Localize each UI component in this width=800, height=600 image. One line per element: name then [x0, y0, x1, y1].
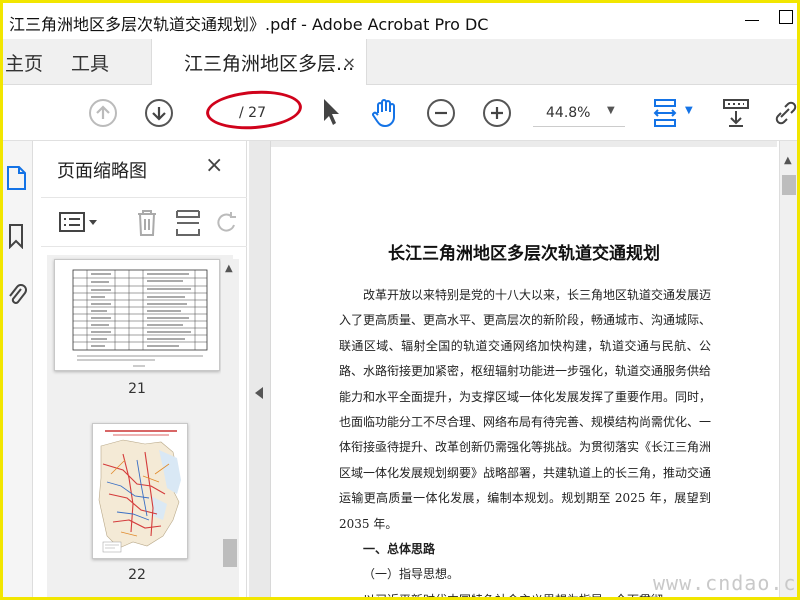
panel-toolbar: [41, 197, 247, 247]
thumbnail-scrollbar[interactable]: ▲: [221, 259, 239, 597]
hand-tool-icon[interactable]: [369, 97, 401, 129]
next-page-button[interactable]: [145, 99, 173, 127]
tab-home[interactable]: 主页: [5, 39, 43, 85]
attachment-icon[interactable]: [5, 281, 27, 307]
thumbnail-list: 21 22: [47, 255, 233, 597]
thumbnail-page[interactable]: [92, 423, 188, 559]
arrow-down-icon: [152, 107, 166, 121]
insert-pages-icon[interactable]: [175, 208, 201, 238]
minimize-button[interactable]: [741, 9, 763, 31]
page-thumbnails-icon[interactable]: [5, 165, 27, 191]
panel-title: 页面缩略图: [57, 161, 147, 182]
minus-icon: [435, 111, 447, 115]
select-cursor-icon[interactable]: [321, 97, 343, 127]
document-title: 长江三角洲地区多层次轨道交通规划: [388, 244, 660, 264]
left-navigation-rail: [3, 141, 33, 597]
previous-page-button[interactable]: [89, 99, 117, 127]
toolbar: / 27 44.8% ▼ ▼: [3, 85, 797, 141]
body-paragraph: 改革开放以来特别是党的十八大以来，长三角地区轨道交通发展迈入了更高质量、更高水平…: [339, 288, 712, 531]
zoom-value: 44.8%: [546, 105, 591, 121]
link-icon[interactable]: [775, 97, 799, 129]
thumbnail-label: 22: [128, 567, 146, 583]
tab-document-label: 江三角洲地区多层...: [184, 52, 355, 75]
window-title: 江三角洲地区多层次轨道交通规划》.pdf - Adobe Acrobat Pro…: [9, 15, 489, 34]
collapse-left-icon[interactable]: [255, 387, 263, 399]
section-heading: 一、总体思路: [363, 542, 436, 557]
map-page-preview: [98, 430, 181, 553]
scroll-up-icon[interactable]: ▲: [225, 263, 233, 274]
app-window: 江三角洲地区多层次轨道交通规划》.pdf - Adobe Acrobat Pro…: [0, 0, 800, 600]
tab-tools[interactable]: 工具: [71, 39, 109, 85]
rotate-icon[interactable]: [217, 210, 237, 236]
document-page: 长江三角洲地区多层次轨道交通规划 改革开放以来特别是党的十八大以来，长三角地区轨…: [271, 147, 777, 597]
watermark: www.cndao.com: [653, 571, 797, 595]
fit-dropdown-chevron-icon[interactable]: ▼: [685, 105, 693, 116]
thumbnail-page[interactable]: [54, 259, 220, 371]
document-scrollbar[interactable]: ▲: [779, 141, 797, 597]
scroll-mode-icon[interactable]: [721, 97, 751, 129]
thumbnail-options-icon[interactable]: [59, 212, 99, 234]
tab-bar: 主页 工具 江三角洲地区多层... × ?: [3, 39, 797, 111]
page-thumbnails-panel: 页面缩略图 × 21 22: [41, 141, 247, 597]
fit-page-icon[interactable]: [651, 97, 681, 129]
document-view: 长江三角洲地区多层次轨道交通规划 改革开放以来特别是党的十八大以来，长三角地区轨…: [271, 141, 777, 597]
zoom-out-button[interactable]: [427, 99, 455, 127]
document-body: 改革开放以来特别是党的十八大以来，长三角地区轨道交通发展迈入了更高质量、更高水平…: [339, 283, 712, 597]
maximize-button[interactable]: [779, 10, 793, 24]
scrollbar-thumb[interactable]: [223, 539, 237, 567]
close-panel-icon[interactable]: ×: [205, 153, 223, 178]
table-page-preview: [72, 269, 208, 367]
trash-icon[interactable]: [135, 208, 159, 238]
scrollbar-thumb[interactable]: [782, 175, 796, 195]
chevron-down-icon: ▼: [607, 105, 615, 116]
title-bar: 江三角洲地区多层次轨道交通规划》.pdf - Adobe Acrobat Pro…: [3, 3, 797, 39]
arrow-up-icon: [96, 105, 110, 119]
annotation-oval: [204, 87, 304, 133]
zoom-in-button[interactable]: [483, 99, 511, 127]
close-tab-icon[interactable]: ×: [343, 53, 356, 72]
scroll-up-icon[interactable]: ▲: [784, 155, 792, 166]
tab-document[interactable]: 江三角洲地区多层... ×: [151, 39, 367, 85]
panel-collapse-handle[interactable]: [249, 141, 271, 597]
plus-icon: [491, 107, 503, 119]
thumbnail-label: 21: [128, 381, 146, 397]
bookmark-icon[interactable]: [5, 223, 27, 249]
